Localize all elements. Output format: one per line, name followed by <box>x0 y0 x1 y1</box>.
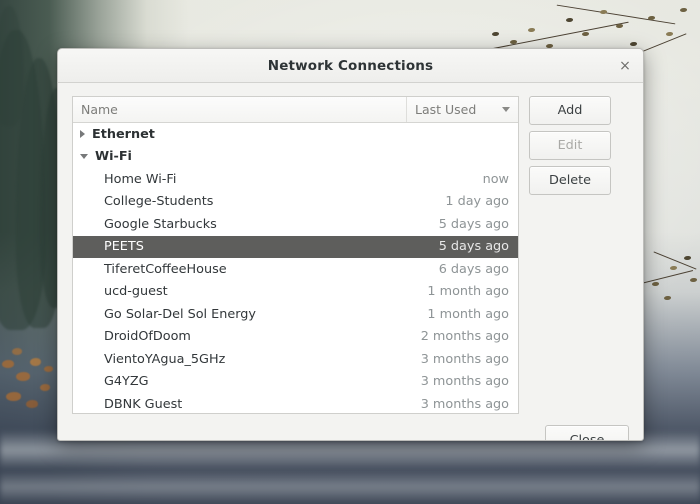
mist-layer <box>0 470 700 504</box>
dialog-titlebar: Network Connections × <box>58 49 643 83</box>
connection-name: G4YZG <box>104 374 149 390</box>
action-buttons: Add Edit Delete <box>529 96 611 195</box>
foliage-decoration <box>40 384 50 391</box>
connection-last-used: 5 days ago <box>438 216 509 232</box>
connection-row[interactable]: Go Solar-Del Sol Energy 1 month ago <box>73 303 518 326</box>
foliage-decoration <box>6 392 21 401</box>
add-button[interactable]: Add <box>529 96 611 125</box>
connection-last-used: 6 days ago <box>438 261 509 277</box>
connection-name: College-Students <box>104 194 214 210</box>
connection-row-selected[interactable]: PEETS 5 days ago <box>73 235 518 258</box>
connection-name: DBNK Guest <box>104 396 183 412</box>
connection-name: TiferetCoffeeHouse <box>104 261 227 277</box>
connection-name: ucd-guest <box>104 284 168 300</box>
group-label: Wi-Fi <box>95 149 132 165</box>
connection-row[interactable]: DBNK Guest 3 months ago <box>73 393 518 413</box>
triangle-down-icon[interactable] <box>80 154 88 160</box>
connection-last-used: 1 month ago <box>427 306 509 322</box>
connection-last-used: 3 months ago <box>420 374 509 390</box>
connection-row[interactable]: G4YZG 3 months ago <box>73 371 518 394</box>
connection-last-used: 1 day ago <box>445 194 509 210</box>
column-header-name[interactable]: Name <box>73 97 406 122</box>
delete-button[interactable]: Delete <box>529 166 611 195</box>
dialog-footer: Close <box>58 414 643 440</box>
group-row[interactable]: Wi-Fi <box>73 146 518 169</box>
connections-list[interactable]: Name Last Used Ethernet Wi-Fi Home Wi-Fi no… <box>72 96 519 414</box>
group-row[interactable]: Ethernet <box>73 123 518 146</box>
dialog-body: Name Last Used Ethernet Wi-Fi Home Wi-Fi no… <box>58 83 643 414</box>
connection-last-used: 3 months ago <box>420 396 509 412</box>
connection-last-used: 5 days ago <box>438 239 509 255</box>
dialog-title: Network Connections <box>267 57 434 74</box>
connection-name: Home Wi-Fi <box>104 171 177 187</box>
chevron-down-icon <box>502 107 510 112</box>
connection-row[interactable]: ucd-guest 1 month ago <box>73 281 518 304</box>
foliage-decoration <box>30 358 41 366</box>
connection-name: PEETS <box>104 239 144 255</box>
network-connections-dialog: Network Connections × Name Last Used Eth… <box>57 48 644 441</box>
content-row: Name Last Used Ethernet Wi-Fi Home Wi-Fi no… <box>72 96 629 414</box>
close-button[interactable]: Close <box>545 425 629 440</box>
connection-last-used: 1 month ago <box>427 284 509 300</box>
edit-button[interactable]: Edit <box>529 131 611 160</box>
connection-name: Google Starbucks <box>104 216 217 232</box>
foliage-decoration <box>2 360 14 368</box>
connection-last-used: 3 months ago <box>420 351 509 367</box>
connection-row[interactable]: College-Students 1 day ago <box>73 191 518 214</box>
connection-row[interactable]: VientoYAgua_5GHz 3 months ago <box>73 348 518 371</box>
connection-row[interactable]: TiferetCoffeeHouse 6 days ago <box>73 258 518 281</box>
connection-row[interactable]: DroidOfDoom 2 months ago <box>73 326 518 349</box>
foliage-decoration <box>26 400 38 408</box>
connections-rows: Ethernet Wi-Fi Home Wi-Fi now College-Studen… <box>73 123 518 413</box>
foliage-decoration <box>44 366 53 372</box>
connection-last-used: 2 months ago <box>420 329 509 345</box>
connection-name: VientoYAgua_5GHz <box>104 351 226 367</box>
connection-row[interactable]: Google Starbucks 5 days ago <box>73 213 518 236</box>
triangle-right-icon[interactable] <box>80 130 85 139</box>
foliage-decoration <box>16 372 30 381</box>
close-icon[interactable]: × <box>615 56 635 76</box>
column-header-name-label: Name <box>81 102 118 117</box>
connection-name: DroidOfDoom <box>104 329 191 345</box>
column-header-last-used[interactable]: Last Used <box>406 97 518 122</box>
group-label: Ethernet <box>92 126 155 142</box>
connection-name: Go Solar-Del Sol Energy <box>104 306 256 322</box>
column-header-last-used-label: Last Used <box>415 102 477 117</box>
connection-row[interactable]: Home Wi-Fi now <box>73 168 518 191</box>
connection-last-used: now <box>482 171 509 187</box>
column-headers: Name Last Used <box>73 97 518 123</box>
foliage-decoration <box>12 348 22 355</box>
